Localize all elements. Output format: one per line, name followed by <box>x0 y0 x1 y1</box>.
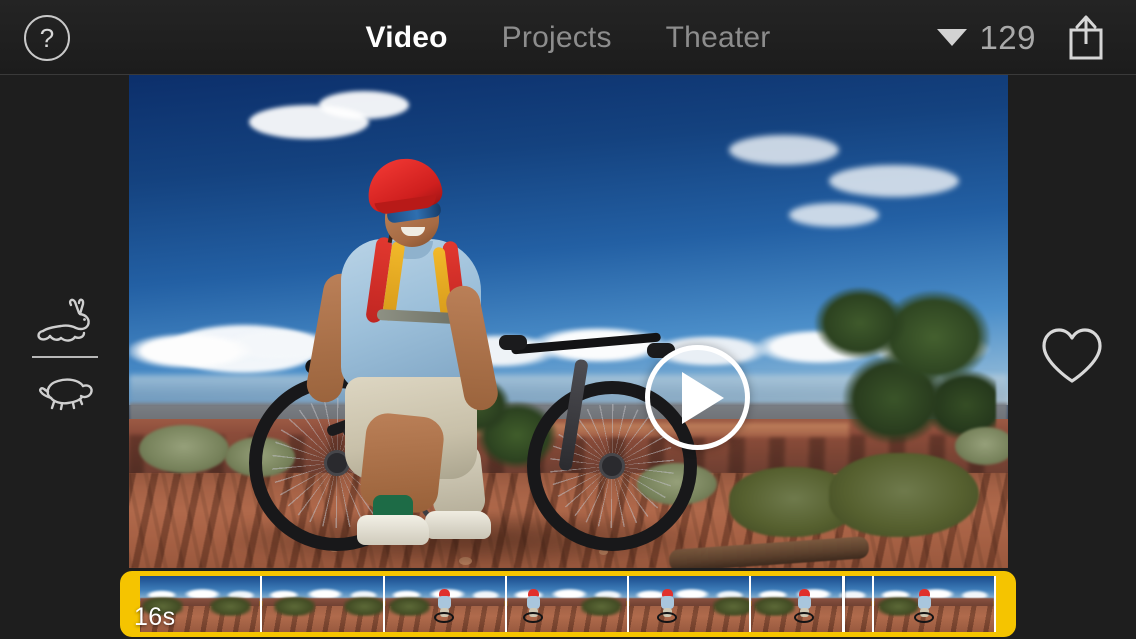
filmstrip-thumbnails <box>140 576 996 632</box>
rider <box>279 115 639 555</box>
filmstrip-thumbnail[interactable] <box>873 576 996 632</box>
tab-video[interactable]: Video <box>366 21 448 55</box>
tab-theater[interactable]: Theater <box>666 21 771 55</box>
question-mark-icon: ? <box>39 23 55 53</box>
filmstrip-thumbnail[interactable] <box>384 576 507 632</box>
favorite-button[interactable] <box>1038 325 1106 389</box>
cloud <box>789 203 879 227</box>
help-button[interactable]: ? <box>24 15 70 61</box>
turtle-icon <box>38 378 93 411</box>
rider-shoe-left <box>357 515 429 545</box>
tab-projects[interactable]: Projects <box>502 21 612 55</box>
video-preview[interactable] <box>129 75 1008 568</box>
cloud <box>729 135 839 165</box>
share-button[interactable] <box>1058 10 1114 66</box>
rabbit-icon <box>36 298 90 342</box>
sagebrush <box>139 425 229 473</box>
filmstrip-thumbnail[interactable] <box>751 576 874 632</box>
heart-outline-icon <box>1042 328 1102 383</box>
caret-down-icon <box>937 29 968 46</box>
cloud <box>829 165 959 197</box>
fast-speed-button[interactable] <box>32 294 98 350</box>
sagebrush <box>955 427 1008 465</box>
clip-duration-label: 16s <box>134 603 176 631</box>
slow-speed-button[interactable] <box>32 364 98 420</box>
right-rail <box>1008 75 1136 639</box>
media-count-value: 129 <box>979 18 1036 56</box>
play-button[interactable] <box>645 345 750 450</box>
filmstrip-timeline[interactable]: 16s <box>120 571 1016 637</box>
share-upload-icon <box>1069 15 1103 60</box>
left-rail <box>0 75 129 639</box>
filmstrip-thumbnail[interactable] <box>262 576 385 632</box>
speed-divider <box>31 356 98 358</box>
speed-control <box>31 294 98 420</box>
media-count-selector[interactable]: 129 <box>937 0 1036 75</box>
bush <box>829 453 979 537</box>
play-icon <box>681 371 724 424</box>
playhead-marker[interactable] <box>841 576 845 632</box>
rider-shoe-right <box>425 511 491 539</box>
filmstrip-thumbnail[interactable] <box>629 576 752 632</box>
imovie-app: ? Video Projects Theater 129 16s <box>0 0 1136 639</box>
filmstrip-thumbnail[interactable] <box>506 576 630 632</box>
top-bar: ? Video Projects Theater 129 <box>0 0 1136 75</box>
